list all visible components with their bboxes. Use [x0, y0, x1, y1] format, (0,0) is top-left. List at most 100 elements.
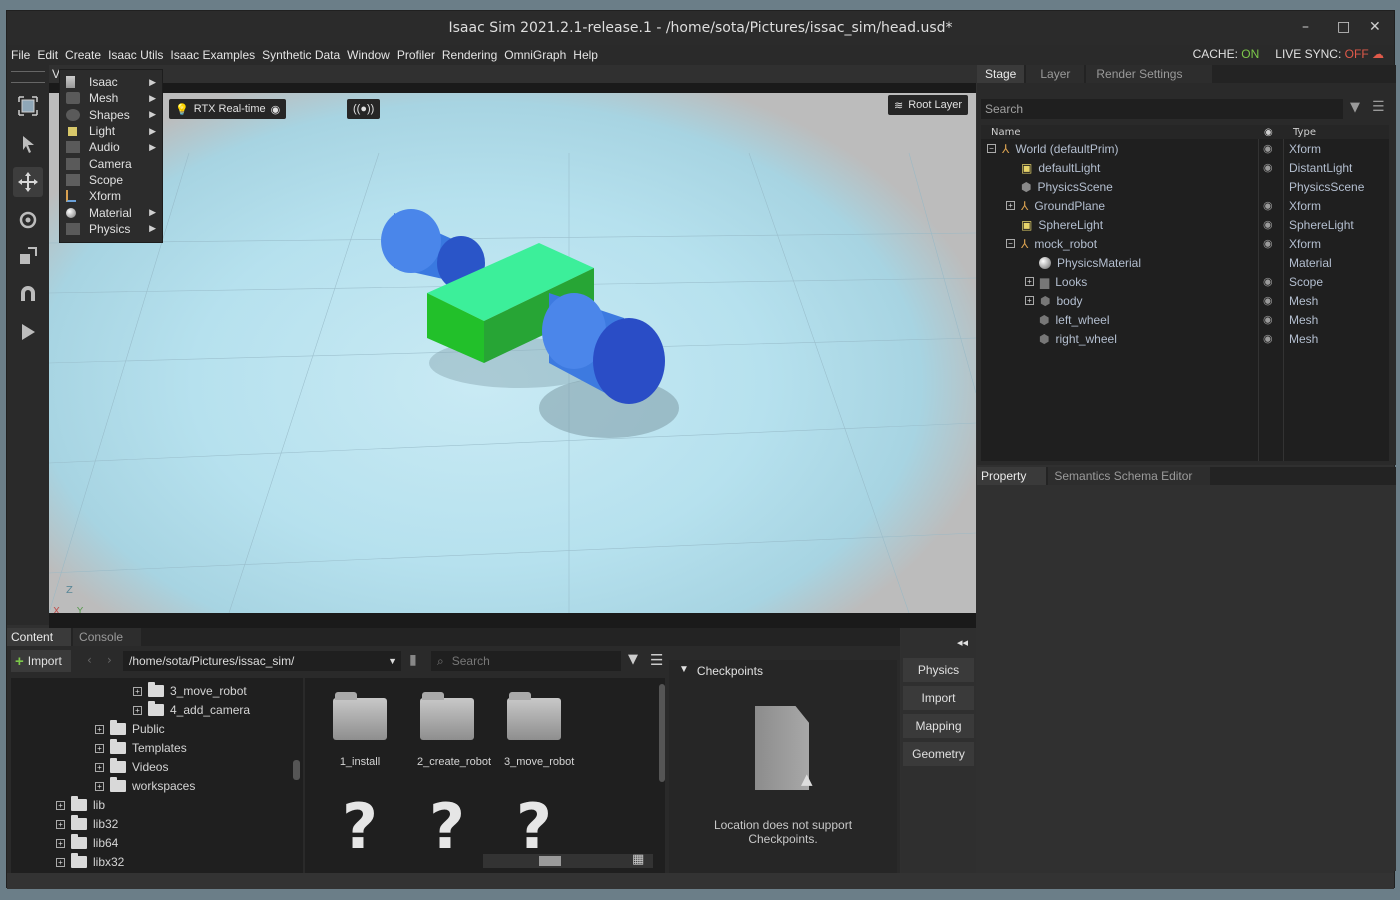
- forward-arrow-icon[interactable]: ›: [107, 653, 112, 667]
- menu-isaac-examples[interactable]: Isaac Examples: [170, 48, 255, 62]
- minimize-button[interactable]: –: [1302, 19, 1309, 35]
- expand-icon[interactable]: +: [56, 857, 65, 867]
- menu-rendering[interactable]: Rendering: [442, 48, 497, 62]
- grid-item-unknown[interactable]: ?: [494, 796, 574, 858]
- tab-semantics-schema-editor[interactable]: Semantics Schema Editor: [1048, 467, 1211, 485]
- physics-button[interactable]: Physics: [903, 658, 974, 682]
- visibility-eye-icon[interactable]: ◉: [1263, 199, 1273, 212]
- visibility-eye-icon[interactable]: ◉: [1263, 142, 1273, 155]
- import-button[interactable]: + Import: [11, 650, 71, 672]
- stage-row-world[interactable]: − ⅄ World (defaultPrim) ◉ Xform: [981, 139, 1389, 158]
- create-menu-light[interactable]: Light ▶: [60, 123, 162, 139]
- tab-stage[interactable]: Stage: [977, 65, 1025, 83]
- expand-icon[interactable]: +: [133, 705, 142, 715]
- visibility-eye-icon[interactable]: ◉: [1263, 218, 1273, 231]
- filter-icon[interactable]: ▼: [628, 652, 638, 667]
- expand-icon[interactable]: +: [1025, 296, 1034, 305]
- stage-row-physicsscene[interactable]: ⬢ PhysicsScene PhysicsScene: [981, 177, 1389, 196]
- create-menu-xform[interactable]: Xform: [60, 188, 162, 204]
- menu-help[interactable]: Help: [573, 48, 598, 62]
- column-visibility-icon[interactable]: ◉: [1264, 127, 1273, 138]
- zoom-slider-handle[interactable]: [539, 856, 561, 866]
- create-menu-physics[interactable]: Physics ▶: [60, 221, 162, 237]
- tree-item[interactable]: + lib64: [56, 834, 118, 850]
- select-tool[interactable]: [13, 129, 43, 159]
- menu-synthetic-data[interactable]: Synthetic Data: [262, 48, 340, 62]
- create-menu-shapes[interactable]: Shapes ▶: [60, 107, 162, 123]
- cache-status[interactable]: CACHE: ON: [1193, 47, 1260, 61]
- stage-row-looks[interactable]: + ▆ Looks ◉ Scope: [981, 272, 1389, 291]
- stage-row-physicsmaterial[interactable]: PhysicsMaterial Material: [981, 253, 1389, 272]
- tree-item[interactable]: + workspaces: [95, 777, 195, 793]
- broadcast-button[interactable]: ((●)): [347, 99, 381, 119]
- expand-icon[interactable]: +: [95, 724, 104, 734]
- content-search-input[interactable]: ⌕ Search: [431, 651, 621, 671]
- tab-render-settings[interactable]: Render Settings: [1086, 65, 1213, 83]
- visibility-eye-icon[interactable]: ◉: [1263, 161, 1273, 174]
- select-mode-tool[interactable]: [13, 91, 43, 121]
- maximize-button[interactable]: □: [1337, 19, 1350, 35]
- expand-icon[interactable]: +: [56, 819, 65, 829]
- play-tool[interactable]: [13, 317, 43, 347]
- tree-item[interactable]: + Videos: [95, 758, 168, 774]
- close-button[interactable]: ✕: [1369, 19, 1381, 35]
- stage-search-input[interactable]: Search: [981, 99, 1343, 119]
- live-sync-status[interactable]: LIVE SYNC: OFF ☁: [1275, 47, 1384, 61]
- expand-icon[interactable]: +: [56, 800, 65, 810]
- collapse-icon[interactable]: −: [987, 144, 996, 153]
- menu-isaac-utils[interactable]: Isaac Utils: [108, 48, 163, 62]
- tab-property[interactable]: Property: [977, 467, 1047, 485]
- create-menu-isaac[interactable]: Isaac ▶: [60, 74, 162, 90]
- viewport[interactable]: Z X Y 💡 RTX Real-time ◉ ((●)) ≋ Root Lay…: [49, 93, 976, 613]
- column-name[interactable]: Name: [991, 127, 1021, 138]
- expand-icon[interactable]: +: [95, 781, 104, 791]
- expand-icon[interactable]: +: [95, 743, 104, 753]
- expand-icon[interactable]: +: [133, 686, 142, 696]
- collapse-panel-icon[interactable]: ◂◂: [957, 636, 968, 649]
- visibility-eye-icon[interactable]: ◉: [1263, 294, 1273, 307]
- hamburger-menu-icon[interactable]: ☰: [1372, 99, 1385, 115]
- snap-tool[interactable]: [13, 279, 43, 309]
- stage-row-spherelight[interactable]: ▣ SphereLight ◉ SphereLight: [981, 215, 1389, 234]
- grid-item-folder[interactable]: 3_move_robot: [494, 692, 574, 768]
- menu-profiler[interactable]: Profiler: [397, 48, 435, 62]
- create-menu-camera[interactable]: Camera: [60, 155, 162, 171]
- expand-icon[interactable]: +: [56, 838, 65, 848]
- create-menu-scope[interactable]: Scope: [60, 172, 162, 188]
- grid-scrollbar[interactable]: [659, 684, 665, 782]
- column-type[interactable]: Type: [1293, 127, 1316, 138]
- expand-icon[interactable]: +: [1025, 277, 1034, 286]
- render-mode-button[interactable]: 💡 RTX Real-time ◉: [169, 99, 287, 119]
- back-arrow-icon[interactable]: ‹: [87, 653, 92, 667]
- grid-item-folder[interactable]: 1_install: [320, 692, 400, 768]
- tree-item[interactable]: +4_add_camera: [133, 701, 250, 717]
- visibility-eye-icon[interactable]: ◉: [1263, 275, 1273, 288]
- tab-layer[interactable]: Layer: [1026, 65, 1085, 83]
- bookmark-icon[interactable]: ▮: [409, 652, 417, 668]
- menu-file[interactable]: File: [11, 48, 30, 62]
- menu-window[interactable]: Window: [347, 48, 390, 62]
- grid-item-unknown[interactable]: ?: [320, 796, 400, 858]
- grid-item-folder[interactable]: 2_create_robot: [407, 692, 491, 768]
- visibility-eye-icon[interactable]: ◉: [1263, 237, 1273, 250]
- menu-create[interactable]: Create: [65, 48, 101, 62]
- scale-tool[interactable]: [13, 241, 43, 271]
- rotate-tool[interactable]: [13, 205, 43, 235]
- stage-row-groundplane[interactable]: + ⅄ GroundPlane ◉ Xform: [981, 196, 1389, 215]
- visibility-eye-icon[interactable]: ◉: [1263, 313, 1273, 326]
- zoom-slider[interactable]: [483, 854, 653, 868]
- menu-edit[interactable]: Edit: [37, 48, 58, 62]
- create-menu-material[interactable]: Material ▶: [60, 204, 162, 220]
- grid-item-unknown[interactable]: ?: [407, 796, 487, 858]
- root-layer-button[interactable]: ≋ Root Layer: [888, 95, 969, 115]
- stage-row-body[interactable]: + ⬢ body ◉ Mesh: [981, 291, 1389, 310]
- filter-icon[interactable]: ▼: [1350, 100, 1360, 115]
- create-menu-audio[interactable]: Audio ▶: [60, 139, 162, 155]
- tree-item[interactable]: +3_move_robot: [133, 682, 247, 698]
- geometry-button[interactable]: Geometry: [903, 742, 974, 766]
- grid-view-icon[interactable]: ▦: [632, 852, 644, 867]
- tree-item[interactable]: + Templates: [95, 739, 187, 755]
- collapse-icon[interactable]: −: [1006, 239, 1015, 248]
- tree-item[interactable]: + libx32: [56, 853, 124, 869]
- stage-row-defaultlight[interactable]: ▣ defaultLight ◉ DistantLight: [981, 158, 1389, 177]
